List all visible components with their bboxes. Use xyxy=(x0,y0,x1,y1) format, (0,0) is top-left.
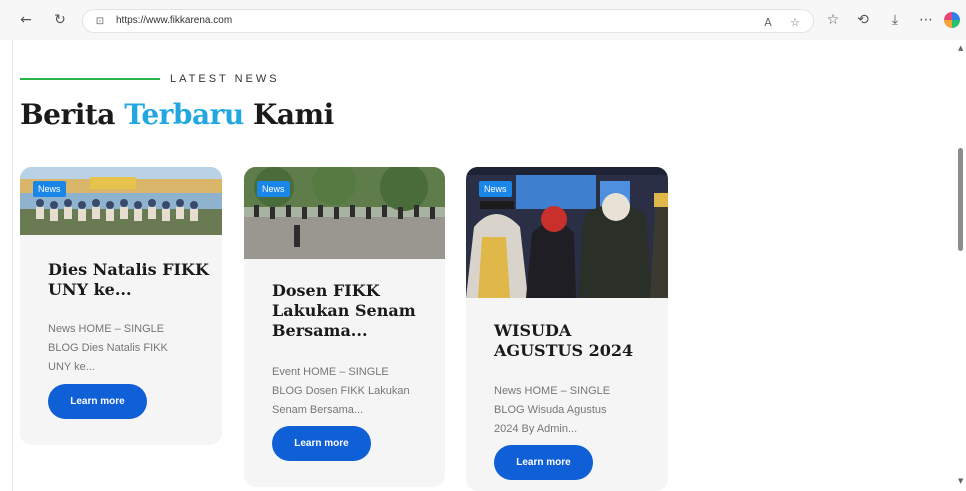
learn-more-button[interactable]: Learn more xyxy=(272,426,371,461)
card-title-line[interactable]: Lakukan Senam xyxy=(272,301,442,321)
section-kicker: LATEST NEWS xyxy=(170,73,280,85)
category-badge[interactable]: News xyxy=(33,181,66,197)
page-edge xyxy=(12,40,13,491)
copilot-icon[interactable] xyxy=(944,12,960,28)
news-card-image[interactable] xyxy=(20,167,222,235)
back-arrow-icon[interactable]: ← xyxy=(16,10,36,30)
news-card: News WISUDA AGUSTUS 2024 News HOME – SIN… xyxy=(466,167,668,491)
learn-more-button[interactable]: Learn more xyxy=(494,445,593,480)
heading-accent: Terbaru xyxy=(124,98,244,131)
learn-more-button[interactable]: Learn more xyxy=(48,384,147,419)
card-excerpt-line: News HOME – SINGLE xyxy=(494,385,611,397)
card-title[interactable]: Dosen FIKK Lakukan Senam Bersama... xyxy=(272,281,442,341)
card-excerpt: News HOME – SINGLE BLOG Wisuda Agustus 2… xyxy=(494,382,654,439)
category-badge[interactable]: News xyxy=(257,181,290,197)
lock-icon[interactable]: ⊡ xyxy=(93,14,107,28)
card-title-line[interactable]: Bersama... xyxy=(272,321,442,341)
card-excerpt-line: Event HOME – SINGLE xyxy=(272,366,389,378)
star-icon[interactable]: ☆ xyxy=(786,13,804,31)
card-title[interactable]: WISUDA AGUSTUS 2024 xyxy=(494,321,664,361)
news-card: News Dies Natalis FIKK UNY ke... News HO… xyxy=(20,167,222,445)
url-text[interactable]: https://www.fikkarena.com xyxy=(116,15,232,26)
card-excerpt: Event HOME – SINGLE BLOG Dosen FIKK Laku… xyxy=(272,363,432,420)
card-excerpt: News HOME – SINGLE BLOG Dies Natalis FIK… xyxy=(48,320,208,377)
card-title[interactable]: Dies Natalis FIKK UNY ke... xyxy=(48,260,218,300)
category-badge[interactable]: News xyxy=(479,181,512,197)
card-title-line[interactable]: WISUDA xyxy=(494,321,664,341)
card-title-line[interactable]: AGUSTUS 2024 xyxy=(494,341,664,361)
card-title-line[interactable]: Dosen FIKK xyxy=(272,281,442,301)
browser-toolbar: ← ↻ ⊡ https://www.fikkarena.com A ☆ ☆ ⟲ … xyxy=(0,0,966,40)
card-excerpt-line: BLOG Dies Natalis FIKK xyxy=(48,342,168,354)
scroll-up-icon[interactable]: ▲ xyxy=(958,44,963,52)
card-excerpt-line: Senam Bersama... xyxy=(272,404,364,416)
card-excerpt-line: News HOME – SINGLE xyxy=(48,323,165,335)
scrollbar-thumb[interactable] xyxy=(958,148,963,251)
history-icon[interactable]: ⟲ xyxy=(853,10,873,30)
favorites-icon[interactable]: ☆ xyxy=(823,10,843,30)
scrollbar[interactable]: ▲ ▼ xyxy=(954,40,966,491)
card-title-line[interactable]: UNY ke... xyxy=(48,280,218,300)
heading-part2: Kami xyxy=(243,98,334,131)
card-excerpt-line: UNY ke... xyxy=(48,361,95,373)
card-excerpt-line: 2024 By Admin... xyxy=(494,423,578,435)
heading-part1: Berita xyxy=(20,98,125,131)
kicker-divider xyxy=(20,78,160,80)
download-icon[interactable]: ⤓ xyxy=(885,10,905,30)
more-icon[interactable]: ⋯ xyxy=(916,10,936,30)
read-aloud-icon[interactable]: A xyxy=(759,13,777,31)
refresh-icon[interactable]: ↻ xyxy=(50,10,70,30)
card-excerpt-line: BLOG Dosen FIKK Lakukan xyxy=(272,385,410,397)
card-title-line[interactable]: Dies Natalis FIKK xyxy=(48,260,218,280)
news-card: News Dosen FIKK Lakukan Senam Bersama...… xyxy=(244,167,445,487)
address-bar[interactable]: ⊡ https://www.fikkarena.com A ☆ xyxy=(82,9,814,33)
scroll-down-icon[interactable]: ▼ xyxy=(958,477,963,485)
section-heading: Berita Terbaru Kami xyxy=(20,98,334,131)
card-excerpt-line: BLOG Wisuda Agustus xyxy=(494,404,607,416)
